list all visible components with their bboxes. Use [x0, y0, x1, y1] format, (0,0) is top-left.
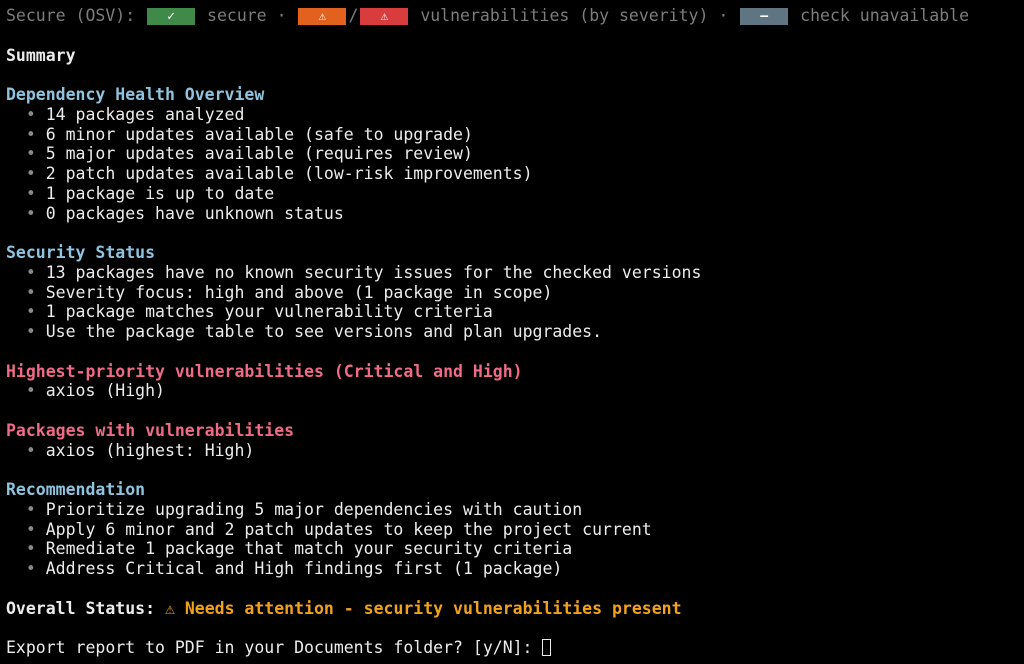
list-item: • 6 minor updates available (safe to upg… — [6, 125, 1024, 145]
legend-slash: / — [348, 6, 359, 25]
recommendation-title: Recommendation — [6, 480, 146, 499]
overall-status-label: Overall Status: — [6, 598, 156, 618]
bullet-icon: • — [25, 440, 36, 460]
list-item-text: 5 major updates available (requires revi… — [45, 144, 473, 164]
bullet-icon: • — [25, 203, 36, 223]
list-item: • Prioritize upgrading 5 major dependenc… — [6, 500, 1024, 520]
overall-status: Overall Status: ⚠ Needs attention - secu… — [6, 599, 1024, 619]
warning-icon: ⚠ — [164, 598, 175, 618]
list-item: • 2 patch updates available (low-risk im… — [6, 164, 1024, 184]
list-item-text: axios (High) — [45, 381, 165, 401]
list-item-text: Remediate 1 package that match your secu… — [45, 539, 573, 559]
list-item-text: axios (highest: High) — [45, 440, 255, 460]
vulnerable-packages-title: Packages with vulnerabilities — [6, 420, 295, 440]
bullet-icon: • — [25, 519, 36, 539]
list-item: • Use the package table to see versions … — [6, 322, 1024, 342]
warning-badge-icon: ⚠ — [298, 8, 347, 25]
list-item-text: Prioritize upgrading 5 major dependencie… — [45, 499, 583, 519]
bullet-icon: • — [25, 104, 36, 124]
bullet-icon: • — [25, 322, 36, 341]
bullet-icon: • — [25, 539, 36, 559]
overall-status-value: Needs attention - security vulnerabiliti… — [184, 598, 682, 618]
list-item-text: 14 packages analyzed — [45, 104, 245, 124]
export-prompt-text: Export report to PDF in your Documents f… — [6, 638, 533, 657]
legend-secure-text: secure — [207, 6, 267, 25]
secure-badge-icon: ✓ — [147, 8, 196, 25]
list-item: • 0 packages have unknown status — [6, 204, 1024, 224]
list-item: • Address Critical and High findings fir… — [6, 559, 1024, 579]
bullet-icon: • — [25, 381, 36, 401]
list-item-text: 6 minor updates available (safe to upgra… — [45, 124, 473, 144]
priority-vulns-title: Highest-priority vulnerabilities (Critic… — [6, 361, 523, 381]
legend-separator: · — [718, 6, 729, 25]
terminal-window: Secure (OSV): ✓ secure · ⚠ / ⚠ vulnerabili… — [0, 0, 1024, 664]
bullet-icon: • — [25, 302, 36, 322]
list-item: • Remediate 1 package that match your se… — [6, 539, 1024, 559]
list-item: • axios (High) — [6, 381, 1024, 401]
bullet-icon: • — [25, 282, 36, 302]
bullet-icon: • — [25, 499, 36, 519]
health-section-title: Dependency Health Overview — [6, 85, 265, 104]
legend-separator: · — [276, 6, 287, 25]
list-item-text: 1 package is up to date — [45, 183, 275, 203]
list-item: • axios (highest: High) — [6, 441, 1024, 461]
export-prompt[interactable]: Export report to PDF in your Documents f… — [6, 638, 1024, 658]
list-item-text: 1 package matches your vulnerability cri… — [45, 302, 493, 322]
unavailable-badge-icon: — — [740, 8, 789, 25]
osv-legend: Secure (OSV): ✓ secure · ⚠ / ⚠ vulnerabili… — [6, 6, 1024, 26]
list-item: • 13 packages have no known security iss… — [6, 263, 1024, 283]
bullet-icon: • — [25, 124, 36, 144]
list-item-text: Use the package table to see versions an… — [45, 322, 603, 341]
legend-label: Secure (OSV): — [6, 6, 136, 25]
list-item: • 1 package is up to date — [6, 184, 1024, 204]
list-item: • 5 major updates available (requires re… — [6, 144, 1024, 164]
list-item: • 1 package matches your vulnerability c… — [6, 302, 1024, 322]
bullet-icon: • — [25, 144, 36, 164]
bullet-icon: • — [25, 183, 36, 203]
list-item: • Apply 6 minor and 2 patch updates to k… — [6, 520, 1024, 540]
list-item: • Severity focus: high and above (1 pack… — [6, 283, 1024, 303]
list-item-text: Address Critical and High findings first… — [45, 559, 563, 578]
text-cursor[interactable] — [542, 639, 552, 656]
legend-unavailable-text: check unavailable — [800, 6, 970, 25]
list-item-text: 2 patch updates available (low-risk impr… — [45, 164, 533, 183]
security-section-title: Security Status — [6, 243, 156, 262]
list-item-text: Apply 6 minor and 2 patch updates to kee… — [45, 519, 652, 539]
legend-vuln-text: vulnerabilities (by severity) — [420, 6, 709, 25]
list-item-text: Severity focus: high and above (1 packag… — [45, 282, 553, 302]
bullet-icon: • — [25, 262, 36, 282]
critical-badge-icon: ⚠ — [360, 8, 409, 25]
list-item: • 14 packages analyzed — [6, 105, 1024, 125]
list-item-text: 13 packages have no known security issue… — [45, 262, 702, 282]
list-item-text: 0 packages have unknown status — [45, 203, 344, 223]
bullet-icon: • — [25, 164, 36, 183]
summary-title: Summary — [6, 45, 76, 65]
bullet-icon: • — [25, 559, 36, 578]
